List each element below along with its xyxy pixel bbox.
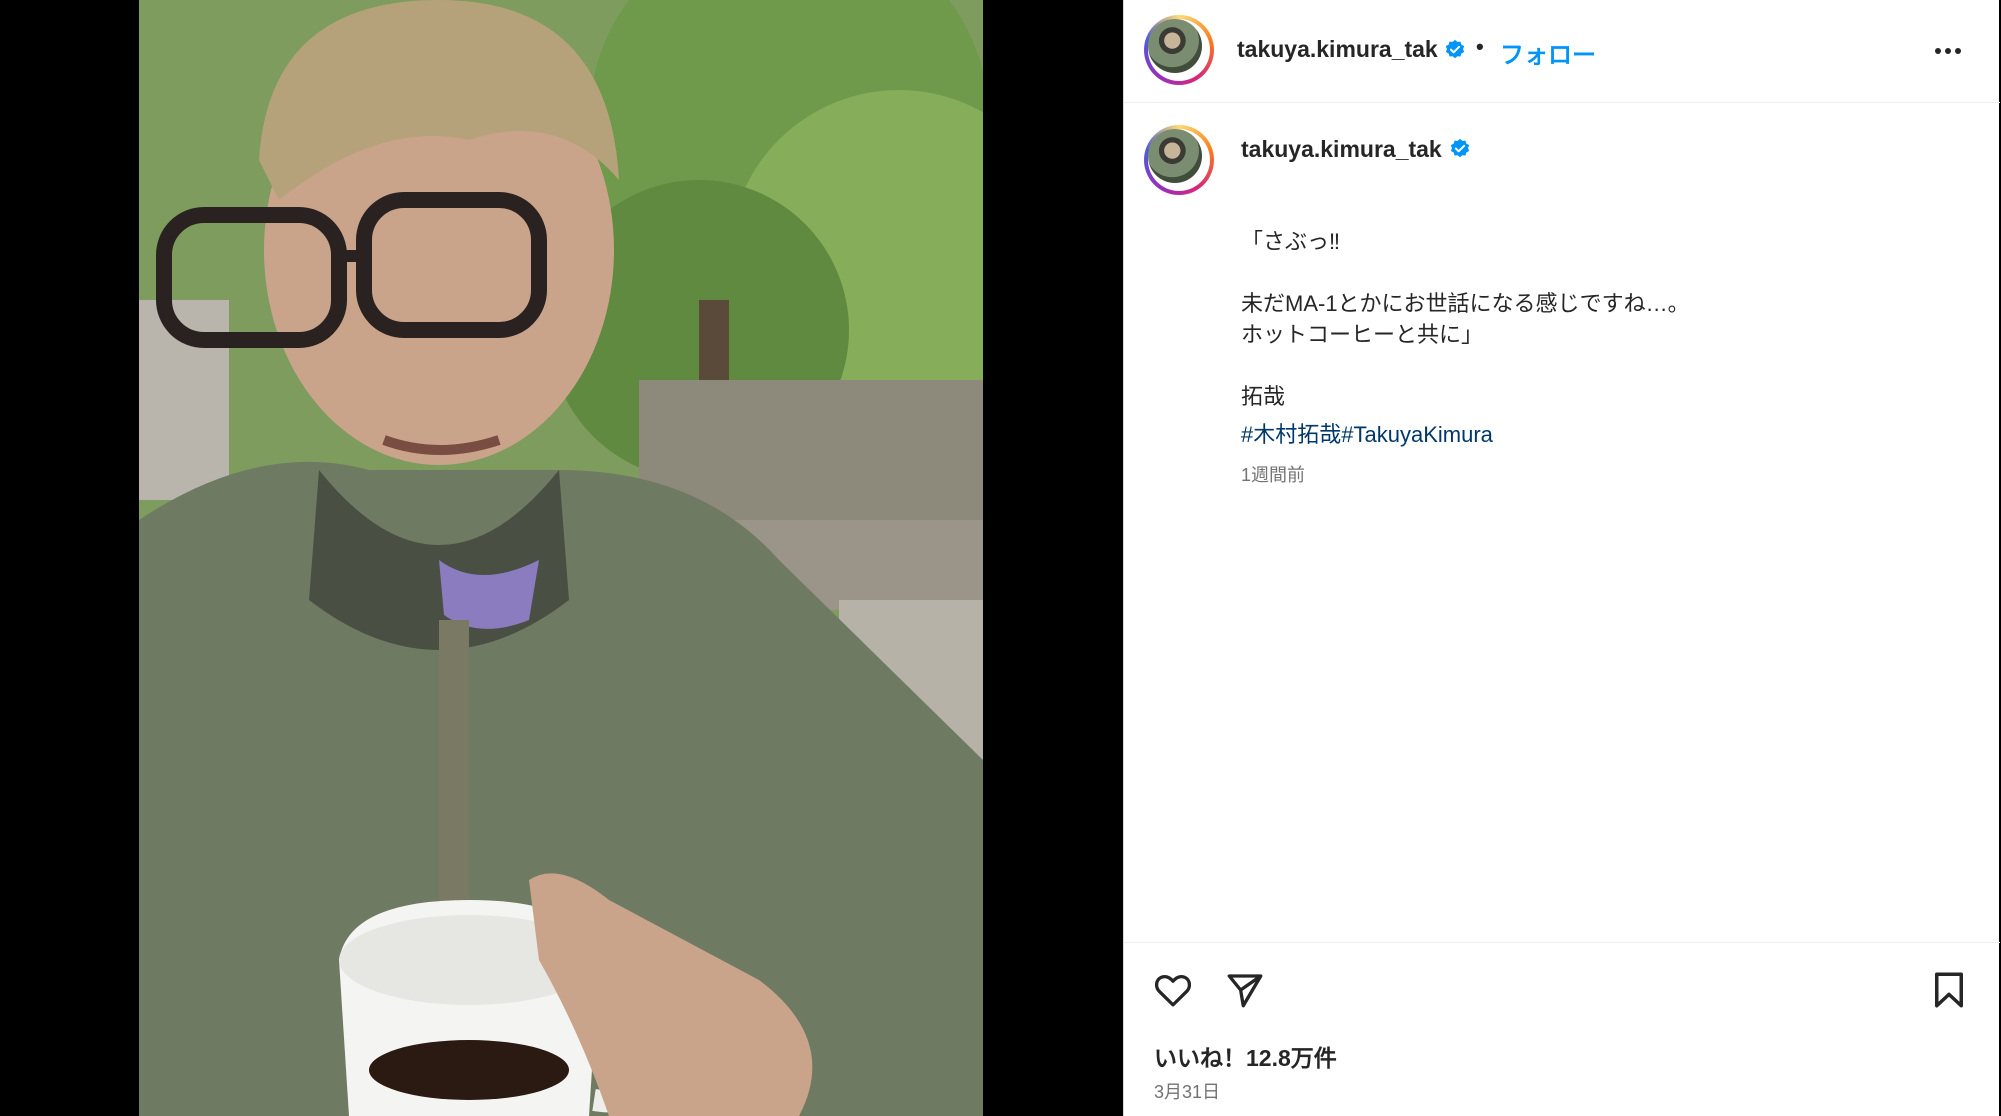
heart-icon[interactable]: [1152, 969, 1194, 1011]
send-icon[interactable]: [1224, 969, 1266, 1011]
follow-button[interactable]: フォロー: [1500, 35, 1596, 70]
verified-badge-icon: [1445, 39, 1465, 59]
caption-author-avatar[interactable]: [1144, 125, 1214, 195]
separator-dot: •: [1476, 34, 1484, 59]
caption-line: ホットコーヒーと共に」: [1241, 322, 1484, 347]
author-avatar[interactable]: [1144, 15, 1214, 85]
media-area: [0, 0, 1123, 1116]
photo-illustration: [139, 0, 983, 1116]
bookmark-icon[interactable]: [1928, 969, 1970, 1011]
more-horizontal-icon[interactable]: [1931, 34, 1965, 68]
post-actions: いいね！12.8万件 3月31日: [1124, 942, 2000, 1116]
caption-line: 「さぶっ‼: [1241, 229, 1341, 254]
post-caption: 「さぶっ‼ 未だMA-1とかにお世話になる感じですね…。 ホットコーヒーと共に」…: [1241, 226, 1941, 412]
caption-time-ago[interactable]: 1週間前: [1241, 461, 1305, 487]
post-date[interactable]: 3月31日: [1154, 1078, 1220, 1104]
caption-line: 未だMA-1とかにお世話になる感じですね…。: [1241, 291, 1690, 316]
avatar-image: [1148, 19, 1202, 73]
verified-badge-icon: [1450, 138, 1470, 158]
avatar-image: [1148, 129, 1202, 183]
caption-hashtags: #木村拓哉#TakuyaKimura: [1241, 417, 1493, 449]
hashtag-link[interactable]: #TakuyaKimura: [1341, 422, 1493, 447]
caption-line: 拓哉: [1241, 384, 1286, 409]
likes-count[interactable]: いいね！12.8万件: [1154, 1039, 1337, 1073]
post-header: takuya.kimura_tak • フォロー: [1124, 0, 2000, 103]
post-side-panel: takuya.kimura_tak • フォロー takuya.kimura_t…: [1123, 0, 2000, 1116]
instagram-post-viewer: takuya.kimura_tak • フォロー takuya.kimura_t…: [0, 0, 2001, 1116]
caption-author-username[interactable]: takuya.kimura_tak: [1241, 136, 1442, 163]
post-photo[interactable]: [139, 0, 983, 1116]
author-username[interactable]: takuya.kimura_tak: [1237, 36, 1438, 63]
hashtag-link[interactable]: #木村拓哉: [1241, 422, 1341, 447]
